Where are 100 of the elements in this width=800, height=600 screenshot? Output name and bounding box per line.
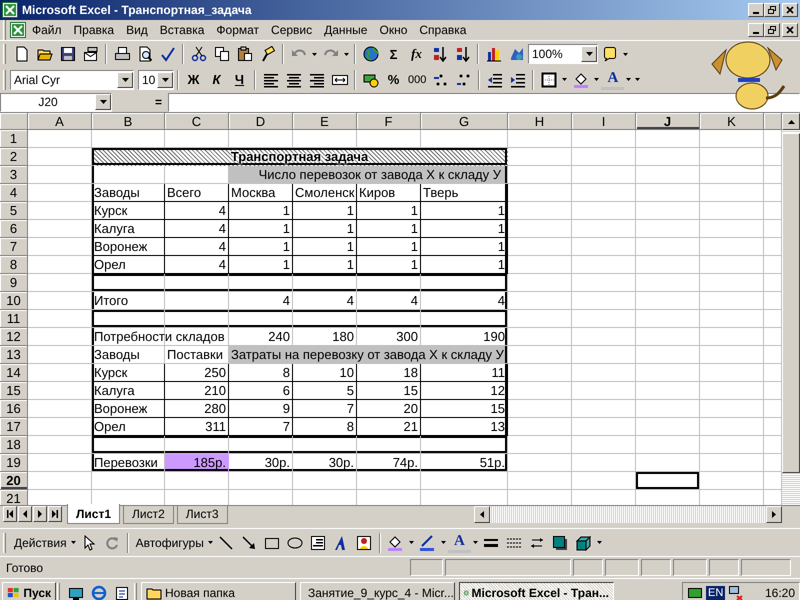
previous-sheet-icon[interactable] <box>21 510 29 518</box>
font-color-button[interactable]: A <box>601 70 624 90</box>
line-icon[interactable] <box>218 534 234 550</box>
percent-button[interactable]: % <box>382 68 405 90</box>
row-header[interactable]: 19 <box>0 454 28 472</box>
restore-icon[interactable] <box>768 26 776 34</box>
dropdown-arrow-icon[interactable] <box>162 78 168 82</box>
formula-button[interactable]: = <box>112 95 168 109</box>
dropdown-arrow-icon[interactable] <box>586 52 592 56</box>
select-all-button[interactable] <box>0 113 28 130</box>
vertical-scrollbar[interactable] <box>782 113 800 505</box>
map-icon[interactable] <box>508 46 524 62</box>
menu-item[interactable]: Справка <box>413 21 472 39</box>
close-button[interactable] <box>782 3 798 17</box>
increase-indent-icon[interactable] <box>510 72 526 88</box>
font-size-dropdown[interactable]: 10 <box>138 70 174 90</box>
chart-icon[interactable] <box>486 46 502 62</box>
notepad-icon[interactable] <box>114 584 130 600</box>
caret-icon[interactable] <box>472 540 478 545</box>
save-icon[interactable] <box>60 46 76 62</box>
column-header[interactable]: J <box>636 113 700 130</box>
caret-icon[interactable] <box>344 52 349 56</box>
fill-color-icon[interactable] <box>387 534 404 550</box>
minimize-button[interactable] <box>748 23 764 37</box>
taskbar-button[interactable]: Новая папка <box>141 582 296 600</box>
globe-icon[interactable] <box>362 46 378 62</box>
column-header[interactable]: G <box>421 113 508 130</box>
taskbar-button[interactable]: Занятие_9_курс_4 - Micr... <box>300 582 455 600</box>
menu-item[interactable]: Правка <box>68 21 120 39</box>
next-sheet-icon[interactable] <box>36 510 44 518</box>
close-icon[interactable] <box>786 26 794 34</box>
function-button[interactable]: fx <box>405 43 428 65</box>
new-document-icon[interactable] <box>14 46 30 62</box>
actions-menu[interactable]: Действия <box>10 536 69 550</box>
sheet-tab[interactable]: Лист2 <box>123 506 174 524</box>
column-header[interactable]: C <box>165 113 229 130</box>
row-header[interactable]: 18 <box>0 436 28 454</box>
caret-icon[interactable] <box>312 52 317 56</box>
caret-icon[interactable] <box>208 540 213 545</box>
caret-icon[interactable] <box>440 540 446 545</box>
row-header[interactable]: 11 <box>0 310 28 328</box>
row-header[interactable]: 5 <box>0 202 28 220</box>
decrease-indent-icon[interactable] <box>486 72 503 88</box>
first-sheet-icon[interactable] <box>6 510 14 518</box>
restore-icon[interactable] <box>768 6 776 14</box>
align-left-icon[interactable] <box>262 72 278 88</box>
arrow-icon[interactable] <box>241 534 258 550</box>
row-header[interactable]: 3 <box>0 166 28 184</box>
caret-icon[interactable] <box>594 77 600 82</box>
font-color-button[interactable]: A <box>448 532 471 552</box>
menu-item[interactable]: Вид <box>120 21 154 39</box>
copy-icon[interactable] <box>214 46 230 62</box>
row-header[interactable]: 17 <box>0 418 28 436</box>
start-button[interactable]: Пуск <box>2 582 56 600</box>
menu-item[interactable]: Файл <box>26 21 68 39</box>
network-icon[interactable] <box>728 584 744 600</box>
horizontal-scrollbar[interactable] <box>474 506 782 523</box>
restore-button[interactable] <box>764 23 780 37</box>
3d-icon[interactable] <box>575 534 592 550</box>
row-header[interactable]: 15 <box>0 382 28 400</box>
column-header[interactable]: A <box>28 113 92 130</box>
italic-button[interactable]: К <box>205 68 228 90</box>
minimize-button[interactable] <box>748 3 764 17</box>
column-header[interactable]: B <box>92 113 165 130</box>
scroll-right-icon[interactable] <box>772 511 776 518</box>
text-box-icon[interactable] <box>310 534 326 550</box>
line-color-icon[interactable] <box>419 534 436 550</box>
email-icon[interactable] <box>82 46 98 62</box>
autoshapes-menu[interactable]: Автофигуры <box>132 536 206 550</box>
row-header[interactable]: 6 <box>0 220 28 238</box>
underline-button[interactable]: Ч <box>228 68 251 90</box>
row-header[interactable]: 10 <box>0 292 28 310</box>
menu-item[interactable]: Сервис <box>265 21 318 39</box>
taskbar-button[interactable]: Microsoft Excel - Тран... <box>459 582 614 600</box>
column-header[interactable]: K <box>700 113 764 130</box>
align-center-icon[interactable] <box>286 72 302 88</box>
format-painter-icon[interactable] <box>260 46 276 62</box>
fill-color-icon[interactable] <box>572 72 589 88</box>
browser-icon[interactable] <box>90 584 106 600</box>
menu-item[interactable]: Окно <box>373 21 414 39</box>
help-icon[interactable] <box>602 46 618 62</box>
formula-field[interactable] <box>168 92 800 112</box>
caret-icon[interactable] <box>408 540 414 545</box>
print-icon[interactable] <box>114 46 130 62</box>
autosum-button[interactable]: Σ <box>382 43 405 65</box>
row-header[interactable]: 8 <box>0 256 28 274</box>
menu-item[interactable]: Вставка <box>154 21 210 39</box>
caret-icon[interactable] <box>70 540 76 545</box>
name-box[interactable]: J20 <box>0 92 112 112</box>
column-header[interactable]: F <box>357 113 421 130</box>
column-header[interactable]: H <box>508 113 572 130</box>
column-header[interactable]: I <box>572 113 636 130</box>
menu-item[interactable]: Формат <box>210 21 266 39</box>
bold-button[interactable]: Ж <box>182 68 205 90</box>
shadow-icon[interactable] <box>552 534 568 550</box>
sheet-tab[interactable]: Лист1 <box>67 504 120 524</box>
row-header[interactable]: 14 <box>0 364 28 382</box>
print-preview-icon[interactable] <box>136 46 152 62</box>
free-rotate-icon[interactable] <box>104 534 120 550</box>
column-header[interactable]: E <box>293 113 357 130</box>
